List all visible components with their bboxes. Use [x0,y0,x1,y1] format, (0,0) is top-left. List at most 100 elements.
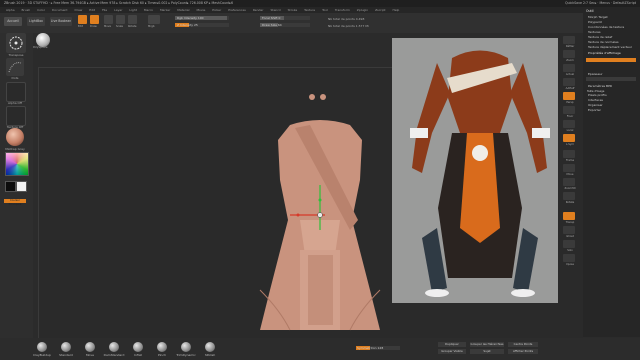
main-color-button[interactable]: Couleur Principale [4,199,26,206]
live-boolean-button[interactable]: Live Boolean [50,17,72,26]
window-title: ZBrush 2019 · 3D STUFFHD · ▸ Free Mem 36… [4,1,233,5]
transpose-tool-tile[interactable] [6,33,26,53]
standard-brush-icon[interactable] [61,342,71,352]
scroll-label: Défiler [565,45,575,48]
solo-button[interactable] [563,240,575,248]
claybuildup-brush-icon[interactable] [37,342,47,352]
uv-map-item[interactable]: Coordonnées de texture [588,25,624,29]
lsym-button[interactable] [563,134,575,142]
dots-label: Dots [11,76,19,80]
floor-label: Floor [566,115,574,118]
group-visible-button[interactable]: Grouper Visible [438,349,466,354]
tool-palette [583,7,640,337]
mode-label-scale: Scale [116,25,123,28]
polysphere-thumbnail[interactable] [36,33,50,47]
display-properties-active-bar[interactable] [586,58,636,62]
transp-button[interactable] [563,212,575,220]
lightbox-button[interactable]: LightBox [27,17,45,26]
ghost-label: Ghost [566,235,574,238]
bpr-settings-item[interactable]: Paramètres BPR [588,84,612,88]
normal-map-item[interactable]: Texture de normales [588,40,619,44]
dots-stroke-icon [8,62,22,73]
show-points-button[interactable]: Afficher Points [508,349,538,354]
polysphere-label: PolySphere [33,46,48,49]
stroke-dots-tile[interactable] [6,58,24,76]
polypaint-item[interactable]: Polypaint [588,20,602,24]
mrgb-label: Mrgb [148,25,155,28]
zoom3d-label: Zoom3D [564,187,576,190]
material-label: MatCap Gray [5,147,25,151]
reference-image [392,38,568,303]
mode-label-move: Move [104,25,111,28]
mode-label-draw: Draw [90,25,97,28]
draw-mode-button[interactable] [90,15,99,24]
main-color-swatch[interactable] [5,181,16,192]
xpose-label: Xpose [566,263,574,266]
local-button[interactable] [563,120,575,128]
smooth-size-slider[interactable]: Taille d'lisage [586,77,636,93]
mode-label-rotate: Rotate [128,25,137,28]
sculpt-model[interactable] [250,90,390,340]
interfaces-item[interactable]: Interfaces [588,98,603,102]
character-concept-art [410,50,550,297]
frame-button[interactable] [563,150,575,158]
export-item[interactable]: Exporter [588,108,601,112]
title-right: QuickSave 2:7 Sec▸ · Menus · DefaultZScr… [565,1,636,5]
scale-mode-button[interactable] [116,15,125,24]
damstandard-brush-icon[interactable] [109,342,119,352]
pinch-brush-icon[interactable] [157,342,167,352]
texture-tile[interactable] [6,106,26,126]
inflat-brush-icon[interactable] [133,342,143,352]
morph-target-item[interactable]: Morph Target [588,15,608,19]
draw-size-slider[interactable]: Draw Size 64 [260,23,310,27]
scroll-button[interactable] [563,36,575,44]
point-count-info: Nb total de points 4.498 [328,17,365,21]
persp-button[interactable] [563,92,575,100]
rgb-intensity-slider[interactable]: Rgb Intensity 100 [175,16,229,20]
aahalf-button[interactable] [563,78,575,86]
vector-displacement-item[interactable]: Texture déplacement vecteur [588,45,632,49]
alpha-tile[interactable] [6,82,26,102]
subject-button[interactable]: Sujet [470,349,504,354]
transpose-icon [9,36,23,50]
xpose-button[interactable] [563,254,575,262]
home-button[interactable]: Accueil [4,17,22,26]
symmetry-slider[interactable]: SymmetrXon 128 [356,346,400,350]
transp-label: Transp [565,221,575,224]
move-brush-icon[interactable] [85,342,95,352]
organize-item[interactable]: Organiser [588,103,603,107]
mode-label-edit: Edit [78,25,84,28]
rotate-mode-button[interactable] [128,15,137,24]
edit-mode-button[interactable] [78,15,87,24]
color-picker[interactable] [5,152,29,176]
move-view-button[interactable] [563,164,575,172]
zoom3d-button[interactable] [563,178,575,186]
total-point-count-info: Nb total de points 1.577 Mi [328,24,369,28]
group-hierarchies-button[interactable]: Grouper les Hiérarchies [470,342,504,347]
actual-button[interactable] [563,64,575,72]
floor-button[interactable] [563,106,575,114]
hpolish-label: hPolish [204,353,216,357]
duplicate-button[interactable]: Dupliquer [438,342,466,347]
tool-palette-title[interactable]: Outil [586,9,594,13]
lsym-label: L.Sym [566,143,574,146]
zoom-button[interactable] [563,50,575,58]
z-intensity-slider[interactable]: Z Intensity 25 [175,23,229,27]
ghost-button[interactable] [563,226,575,234]
frame-label: Frame [565,159,575,162]
center-points-button[interactable]: Centre Points [508,342,538,347]
move-mode-button[interactable] [104,15,113,24]
trimdynamic-brush-icon[interactable] [181,342,191,352]
focal-shift-slider[interactable]: Focal Shift 0 [260,16,310,20]
material-tile[interactable] [6,128,24,146]
display-properties-item[interactable]: Propriétés d'affichage [588,51,621,55]
secondary-color-swatch[interactable] [16,181,27,192]
hpolish-brush-icon[interactable] [205,342,215,352]
profile-pixels-item[interactable]: Pixels profils [588,93,607,97]
texture-map-item[interactable]: Textures [588,30,601,34]
mrgb-toggle[interactable] [148,15,160,24]
rotate-view-button[interactable] [563,192,575,200]
rotate-view-label: Rotate [565,201,575,204]
displacement-map-item[interactable]: Texture de relief [588,35,612,39]
thickness-item[interactable]: Epaisseur [588,72,603,76]
